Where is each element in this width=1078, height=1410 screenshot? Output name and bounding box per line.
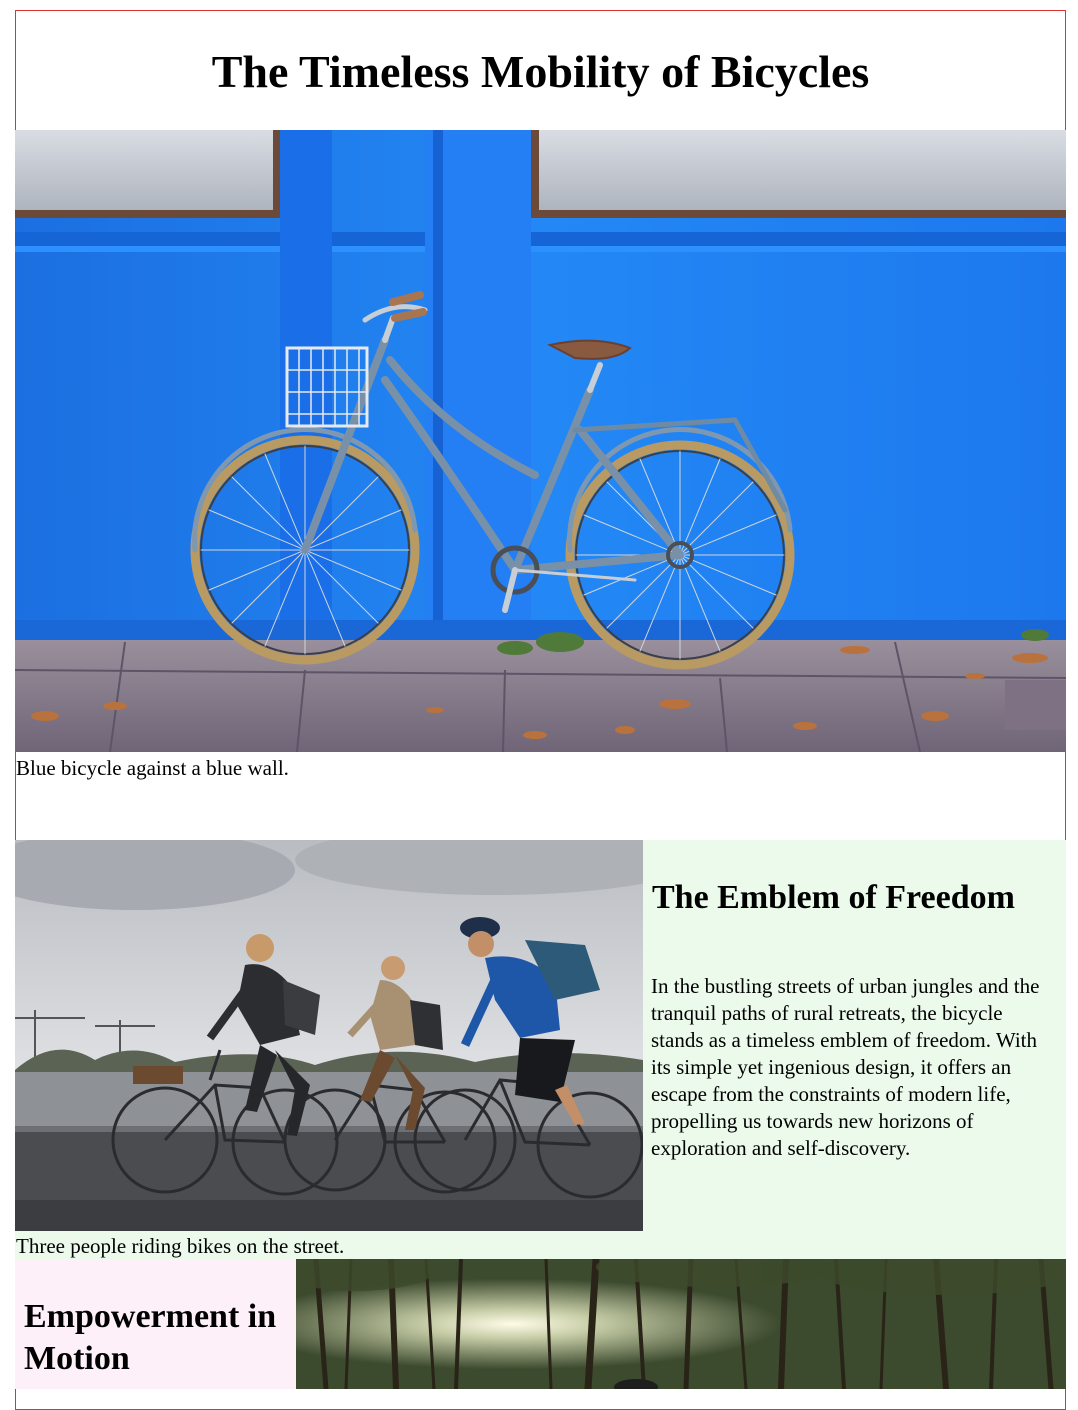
riders-caption: Three people riding bikes on the street. bbox=[16, 1234, 345, 1258]
hero-image bbox=[15, 130, 1066, 752]
empowerment-heading: Empowerment in Motion bbox=[24, 1298, 277, 1377]
hero-caption: Blue bicycle against a blue wall. bbox=[16, 756, 289, 780]
page-title: The Timeless Mobility of Bicycles bbox=[211, 46, 870, 97]
riders-image bbox=[15, 840, 643, 1231]
forest-image bbox=[296, 1259, 1066, 1389]
freedom-paragraph: In the bustling streets of urban jungles… bbox=[651, 974, 1040, 1160]
freedom-heading: The Emblem of Freedom bbox=[652, 879, 1015, 916]
